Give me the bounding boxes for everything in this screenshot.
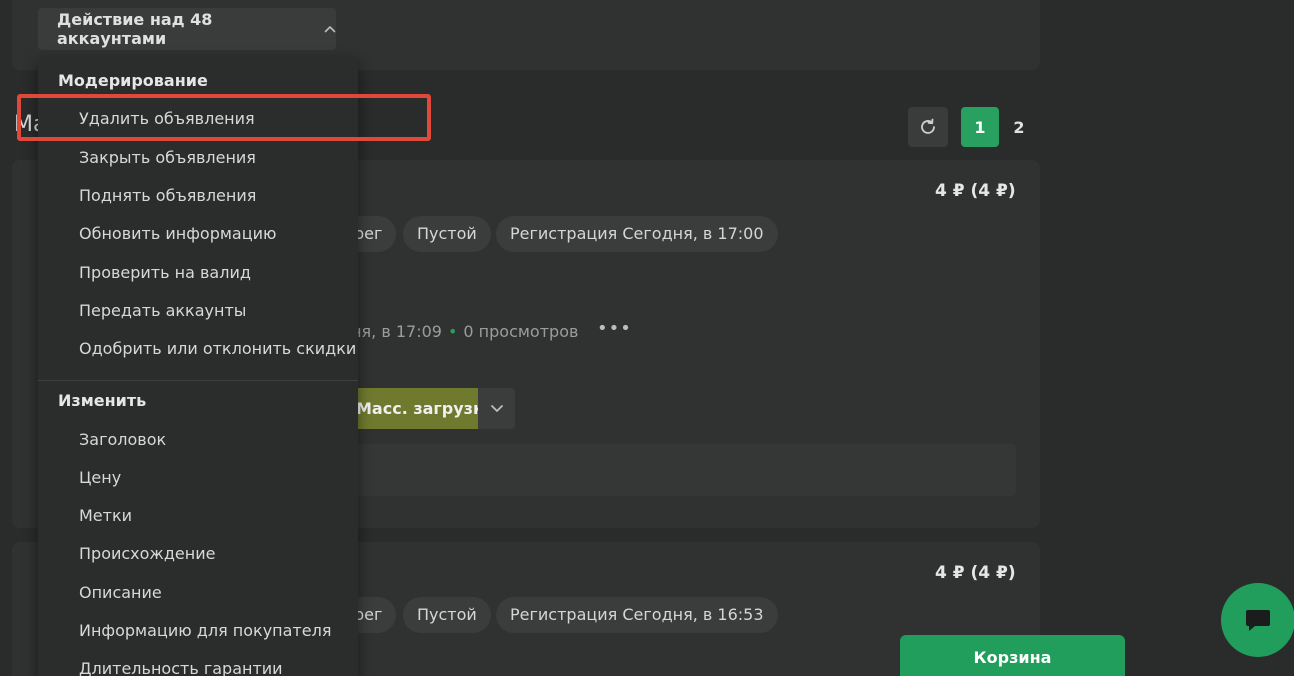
menu-item-transfer-accounts[interactable]: Передать аккаунты [79, 301, 246, 320]
more-options-icon[interactable]: ••• [597, 318, 632, 339]
chevron-up-icon [324, 25, 336, 33]
bulk-action-label: Действие над 48 аккаунтами [57, 10, 213, 48]
menu-item-title[interactable]: Заголовок [79, 430, 166, 449]
chevron-down-icon [490, 404, 503, 412]
menu-item-warranty[interactable]: Длительность гарантии [79, 659, 283, 676]
menu-item-price[interactable]: Цену [79, 468, 121, 487]
menu-item-labels[interactable]: Метки [79, 506, 132, 525]
tag-empty: Пустой [403, 597, 491, 633]
highlight-annotation [17, 94, 431, 141]
cart-button[interactable]: Корзина [900, 635, 1125, 676]
card-input-area[interactable] [340, 444, 1016, 496]
chat-icon [1246, 610, 1270, 631]
section-moderation: Модерирование [58, 71, 208, 90]
bulk-action-menu: Модерирование Удалить объявления Закрыть… [38, 58, 358, 676]
card-meta: дня, в 17:09 • 0 просмотров [340, 322, 578, 341]
section-edit: Изменить [58, 391, 147, 410]
card-price: 4 ₽ (4 ₽) [935, 563, 1016, 583]
menu-item-discounts[interactable]: Одобрить или отклонить скидки [79, 339, 356, 358]
mass-upload-dropdown[interactable] [478, 388, 515, 429]
mass-upload-button[interactable]: Масс. загрузка [340, 388, 478, 429]
menu-item-description[interactable]: Описание [79, 583, 162, 602]
refresh-button[interactable] [908, 107, 948, 147]
tag-registration: Регистрация Сегодня, в 17:00 [496, 216, 778, 252]
page-button-1[interactable]: 1 [961, 107, 999, 147]
menu-item-raise-ads[interactable]: Поднять объявления [79, 186, 256, 205]
menu-item-check-valid[interactable]: Проверить на валид [79, 263, 251, 282]
menu-divider [38, 380, 358, 381]
chat-button[interactable] [1221, 583, 1294, 657]
menu-item-origin[interactable]: Происхождение [79, 544, 215, 563]
menu-item-close-ads[interactable]: Закрыть объявления [79, 148, 256, 167]
meta-separator: • [447, 322, 458, 341]
meta-views: 0 просмотров [463, 322, 579, 341]
page-button-2[interactable]: 2 [1000, 107, 1038, 147]
card-price: 4 ₽ (4 ₽) [935, 181, 1016, 201]
tag-registration: Регистрация Сегодня, в 16:53 [496, 597, 778, 633]
tag-empty: Пустой [403, 216, 491, 252]
bulk-action-dropdown-toggle[interactable]: Действие над 48 аккаунтами [38, 8, 336, 50]
menu-item-buyer-info[interactable]: Информацию для покупателя [79, 621, 331, 640]
menu-item-refresh-info[interactable]: Обновить информацию [79, 224, 277, 243]
refresh-icon [921, 118, 935, 134]
